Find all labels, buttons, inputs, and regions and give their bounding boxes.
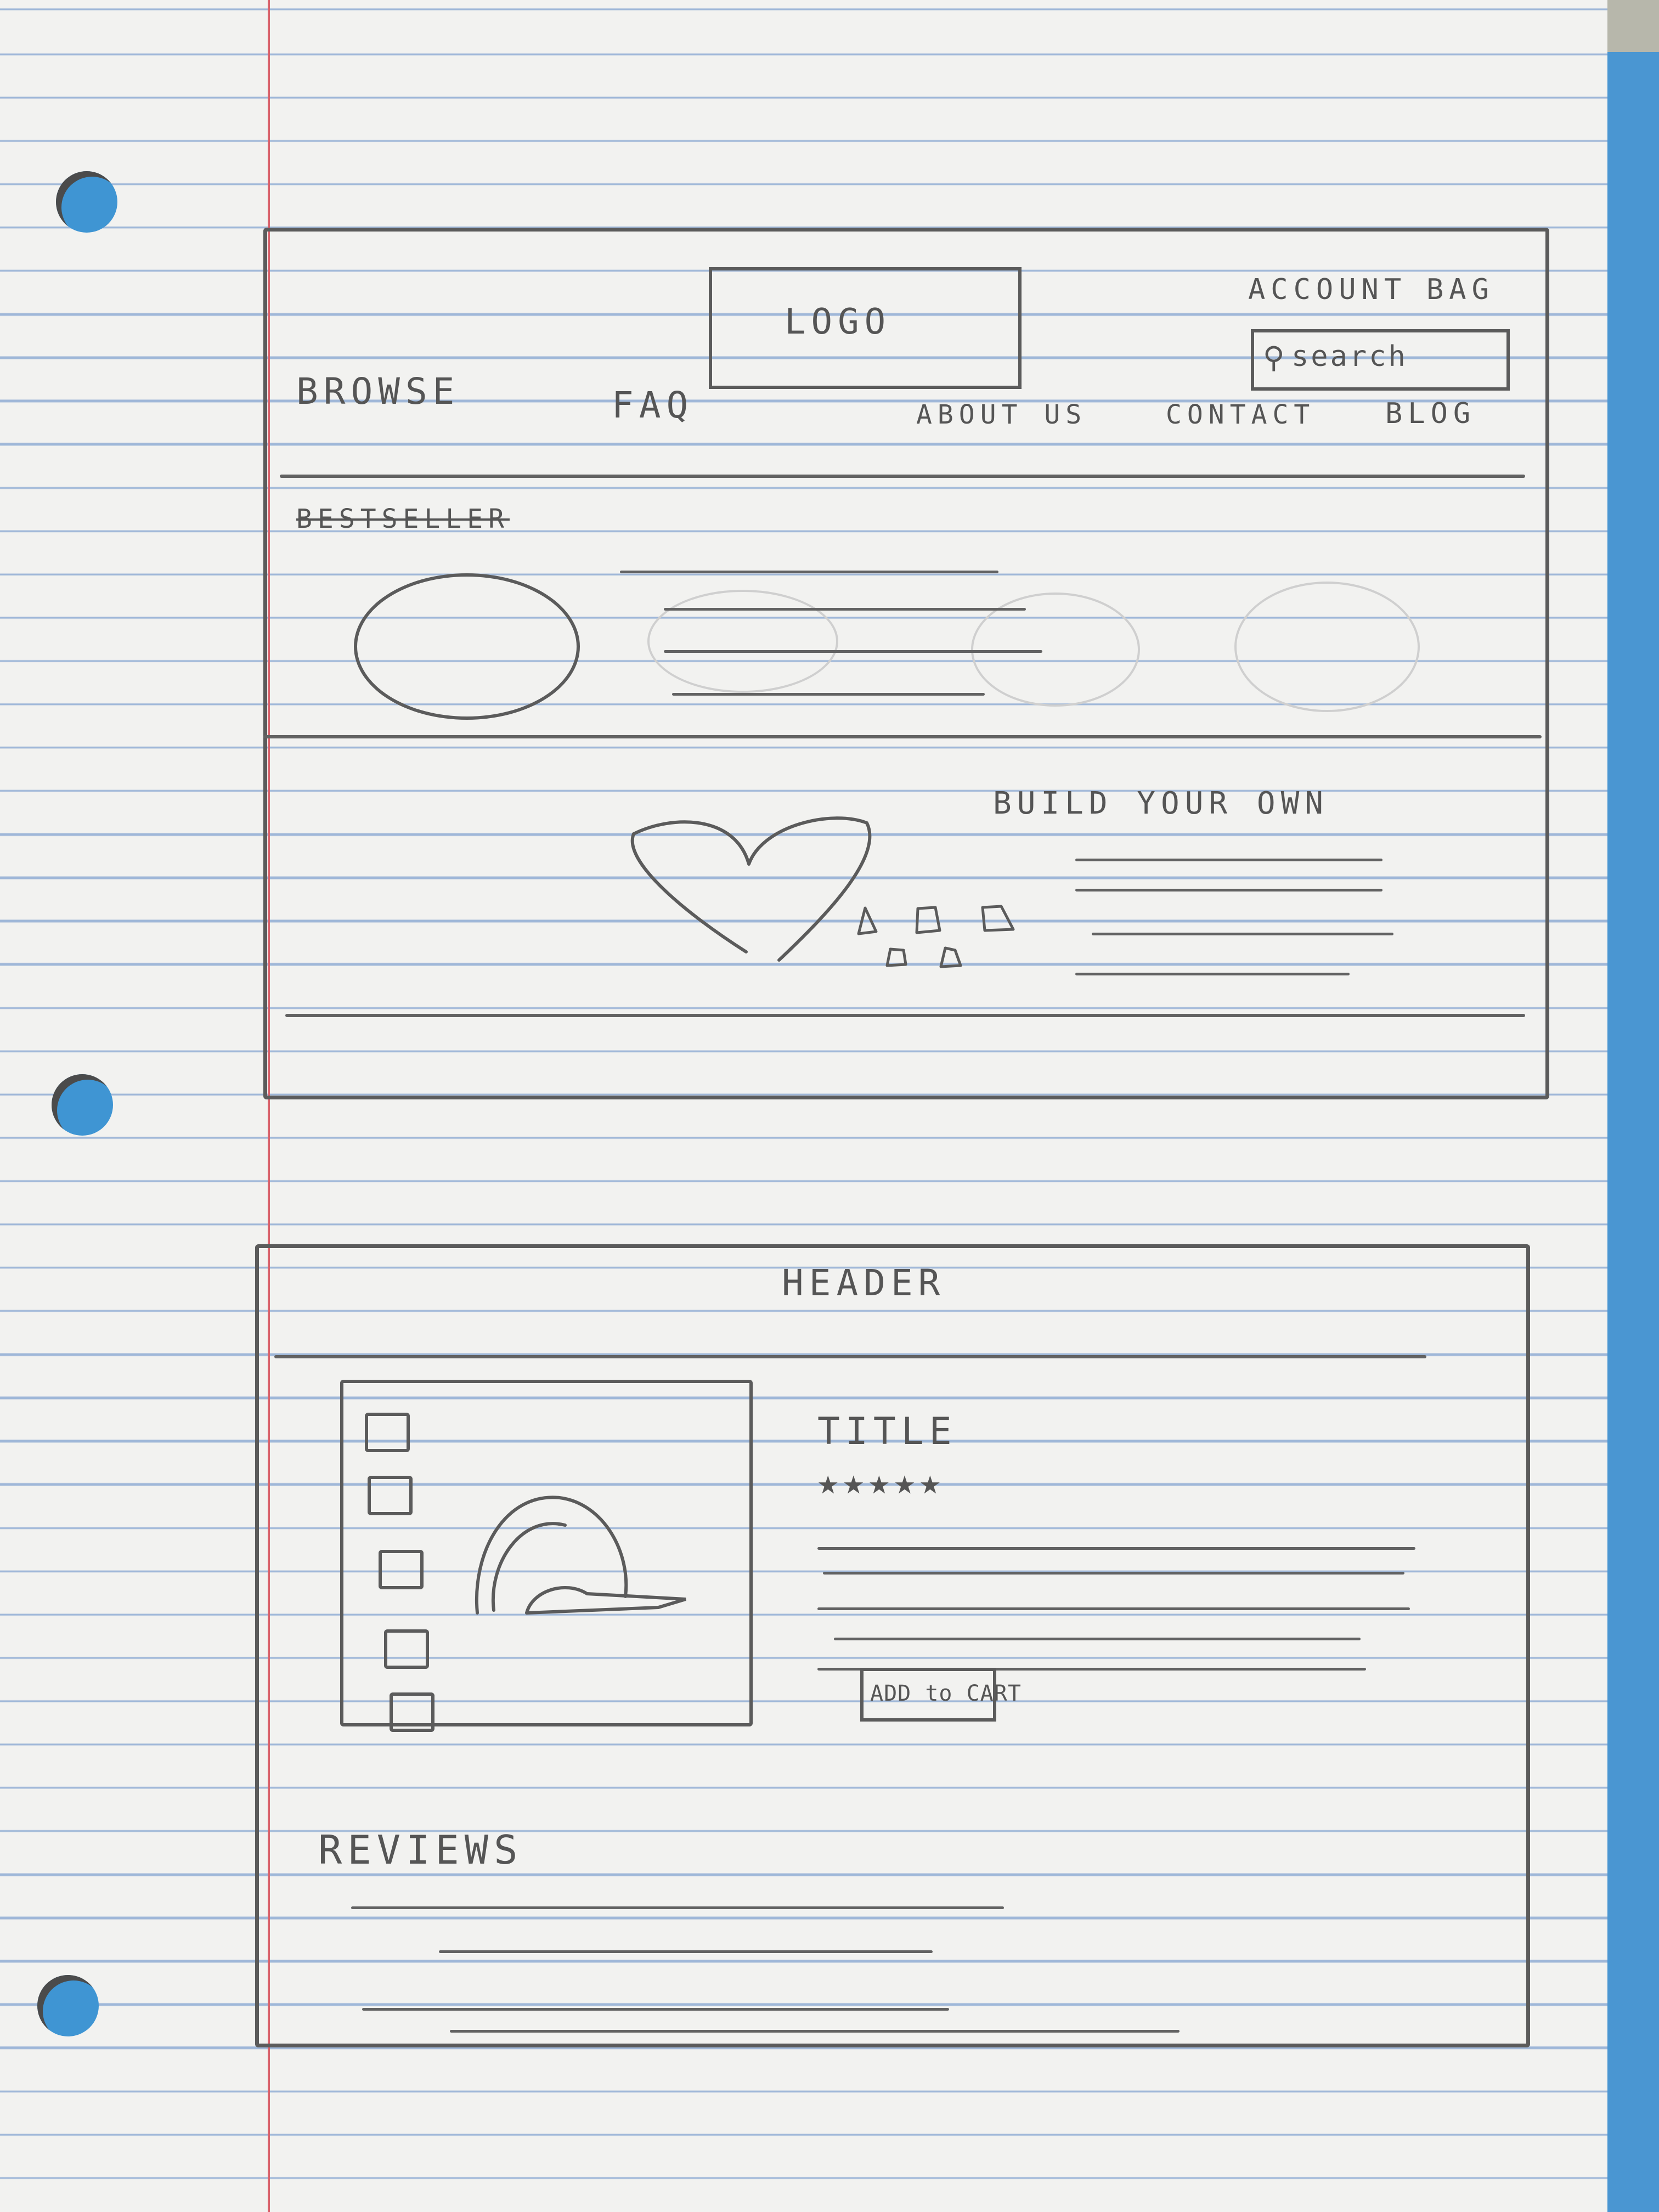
text-line-placeholder (1075, 889, 1383, 891)
notebook-paper: LOGO ACCOUNT BAG ⚲ search BROWSE FAQ ABO… (0, 0, 1607, 2212)
gallery-thumbnail[interactable] (390, 1692, 435, 1732)
cap-icon (475, 1496, 686, 1615)
logo-text: LOGO (785, 302, 891, 342)
header-divider (274, 1355, 1426, 1358)
gallery-thumbnail[interactable] (379, 1550, 424, 1589)
text-line-placeholder (664, 650, 1042, 653)
carousel-ghost-item (647, 590, 838, 693)
binder-hole (37, 1975, 99, 2036)
carousel-ghost-item (1234, 582, 1420, 712)
product-title: TITLE (817, 1410, 957, 1453)
gallery-thumbnail[interactable] (368, 1476, 413, 1515)
text-line-placeholder (817, 1607, 1410, 1610)
binder-hole (52, 1074, 113, 1136)
search-icon: ⚲ (1263, 340, 1286, 375)
bag-link[interactable]: BAG (1426, 273, 1494, 306)
text-line-placeholder (1075, 973, 1350, 975)
text-line-placeholder (817, 1547, 1415, 1550)
header-divider (280, 475, 1525, 478)
nav-item-contact[interactable]: CONTACT (1166, 399, 1315, 430)
text-line-placeholder (672, 693, 985, 696)
hat-icons-cluster (857, 905, 1015, 968)
page-header: HEADER (782, 1262, 946, 1304)
binder-hole (56, 171, 117, 233)
section-divider (285, 1014, 1525, 1017)
text-line-placeholder (362, 2008, 949, 2011)
text-line-placeholder (351, 1906, 1004, 1909)
product-image-placeholder[interactable] (354, 573, 580, 720)
nav-item-blog[interactable]: BLOG (1385, 397, 1476, 430)
text-line-placeholder (834, 1638, 1361, 1640)
text-line-placeholder (439, 1950, 933, 1953)
add-to-cart-button[interactable]: ADD to CART (860, 1668, 1021, 1722)
bestseller-heading: BESTSELLER (296, 504, 510, 534)
nav-item-browse[interactable]: BROWSE (296, 370, 460, 413)
text-line-placeholder (450, 2030, 1180, 2033)
rating-stars: ★★★★★ (817, 1462, 945, 1503)
nav-item-about-us[interactable]: ABOUT US (916, 399, 1087, 430)
text-line-placeholder (1092, 933, 1393, 935)
account-link[interactable]: ACCOUNT (1248, 273, 1407, 306)
text-line-placeholder (620, 571, 998, 573)
build-your-own-heading: BUILD YOUR OWN (993, 786, 1329, 821)
text-line-placeholder (823, 1572, 1404, 1575)
search-input[interactable]: ⚲ search (1251, 329, 1510, 391)
search-placeholder: search (1291, 340, 1408, 373)
nav-item-faq[interactable]: FAQ (612, 384, 693, 426)
gallery-thumbnail[interactable] (384, 1629, 429, 1669)
add-to-cart-label: ADD to CART (870, 1681, 1022, 1706)
section-divider (263, 735, 1542, 738)
text-line-placeholder (1075, 859, 1383, 861)
reviews-heading: REVIEWS (318, 1827, 523, 1873)
text-line-placeholder (664, 608, 1026, 611)
gallery-thumbnail[interactable] (365, 1413, 410, 1452)
